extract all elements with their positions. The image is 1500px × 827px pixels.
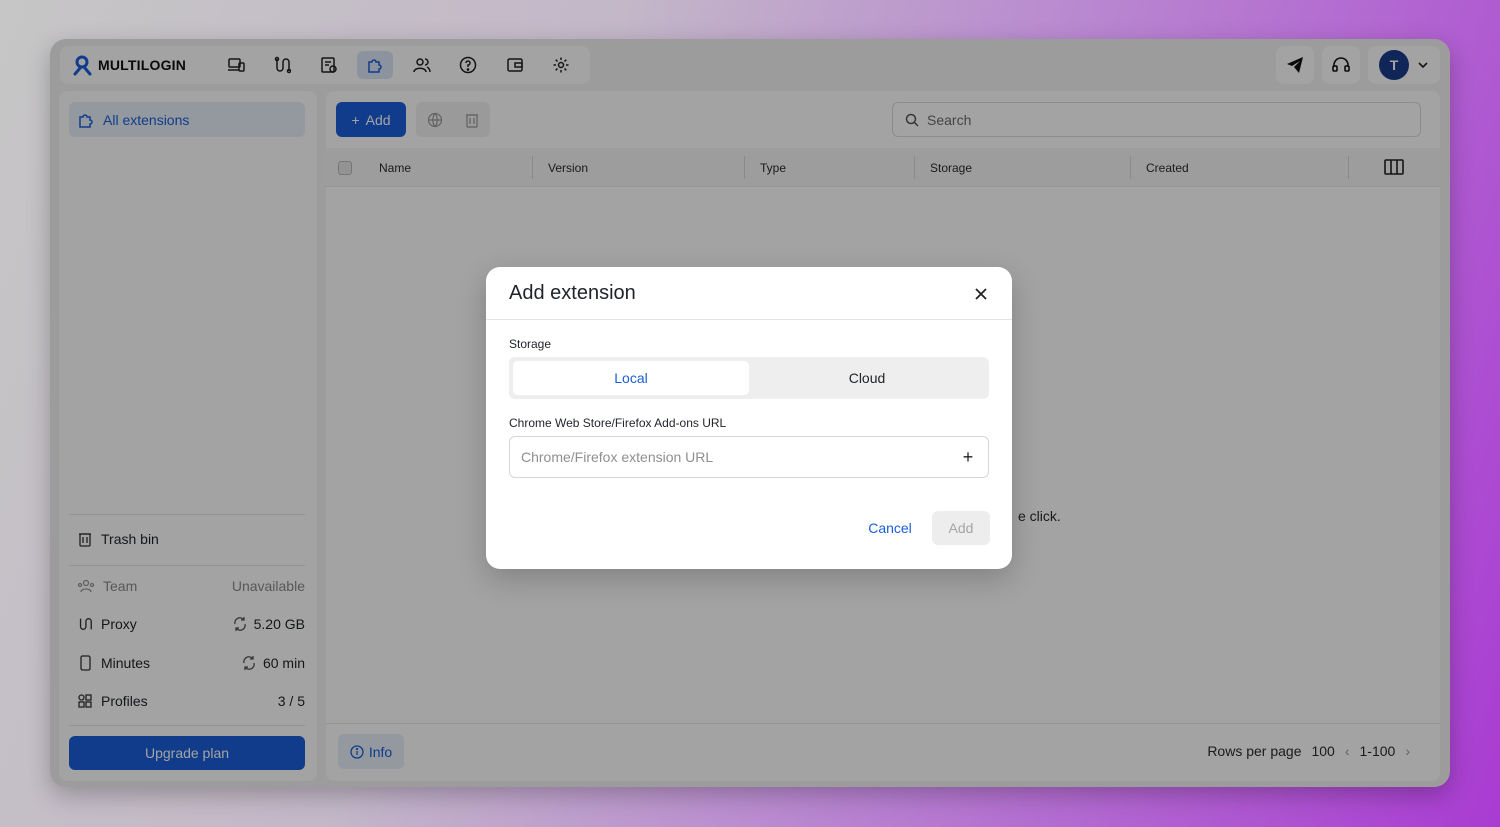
storage-option-cloud[interactable]: Cloud (749, 361, 985, 395)
dialog-divider (486, 319, 1012, 320)
extension-url-input[interactable] (510, 437, 948, 477)
dialog-title: Add extension (509, 282, 636, 304)
modal-overlay: Add extension Storage Local Cloud Chrome… (0, 0, 1500, 827)
plus-icon[interactable]: + (948, 447, 988, 468)
url-label: Chrome Web Store/Firefox Add-ons URL (509, 416, 727, 430)
storage-label: Storage (509, 337, 552, 351)
cancel-button[interactable]: Cancel (860, 511, 920, 545)
storage-option-local[interactable]: Local (513, 361, 749, 395)
close-icon[interactable] (974, 287, 988, 301)
extension-url-field: + (509, 436, 989, 478)
add-extension-dialog: Add extension Storage Local Cloud Chrome… (486, 267, 1012, 569)
add-button[interactable]: Add (932, 511, 990, 545)
storage-toggle: Local Cloud (509, 357, 989, 399)
